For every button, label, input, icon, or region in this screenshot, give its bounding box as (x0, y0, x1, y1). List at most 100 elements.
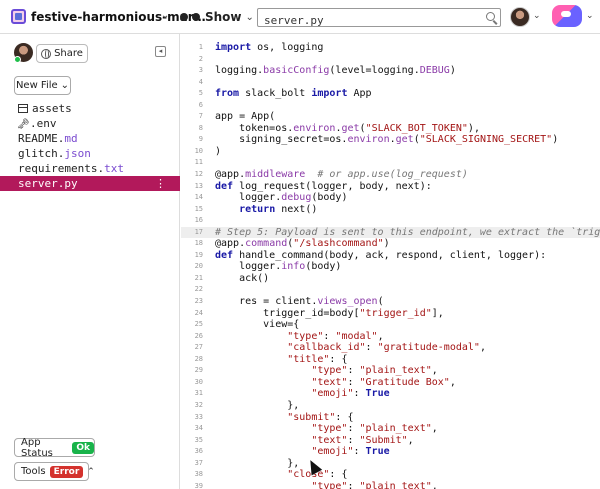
line-number: 13 (194, 181, 203, 190)
line-number: 36 (194, 447, 203, 456)
code-text: "type": "plain_text", (311, 480, 438, 489)
file-name: README. (18, 132, 65, 145)
code-line[interactable]: 20 logger.info(body) (181, 261, 600, 273)
code-line[interactable]: 14 logger.debug(body) (181, 192, 600, 204)
code-line[interactable]: 15 return next() (181, 204, 600, 216)
code-text: token=os.environ.get("SLACK_BOT_TOKEN"), (215, 122, 480, 134)
code-line[interactable]: 31 "emoji": True (181, 388, 600, 400)
code-line[interactable]: 12 @app.middleware # or app.use(log_reque… (181, 169, 600, 181)
line-number: 18 (194, 239, 203, 248)
file-item-assets[interactable]: assets (0, 101, 180, 116)
code-line[interactable]: 13 def log_request(logger, body, next): (181, 181, 600, 193)
code-line[interactable]: 1 import os, logging (181, 42, 600, 54)
line-number: 3 (198, 66, 203, 75)
code-editor[interactable]: 1 import os, logging 2 3 logging.basicConfig… (181, 34, 600, 489)
user-avatar[interactable] (510, 7, 530, 27)
file-name: requirements. (18, 162, 105, 175)
online-status-dot (14, 56, 21, 63)
file-item-requirements[interactable]: requirements.txt (0, 161, 180, 176)
code-text: from slack_bolt import App (215, 88, 372, 100)
kebab-menu-icon[interactable]: ⋮ (155, 176, 166, 191)
code-line[interactable]: 11 (181, 157, 600, 169)
code-line[interactable]: 19 def handle_command(body, ack, respond,… (181, 250, 600, 262)
share-button[interactable]: Share (36, 44, 88, 63)
code-line[interactable]: 27 "callback_id": "gratitude-modal", (181, 342, 600, 354)
code-line[interactable]: 39 "type": "plain_text", (181, 481, 600, 489)
code-line[interactable]: 7 app = App( (181, 111, 600, 123)
code-line[interactable]: 22 (181, 284, 600, 296)
code-text: "type": "plain_text", (311, 423, 438, 435)
code-line[interactable]: 9 signing_secret=os.environ.get("SLACK_S… (181, 134, 600, 146)
code-text: def handle_command(body, ack, respond, c… (215, 249, 547, 261)
code-line[interactable]: 24 trigger_id=body["trigger_id"], (181, 308, 600, 320)
file-search (257, 8, 501, 29)
code-text: logging.basicConfig(level=logging.DEBUG) (215, 65, 456, 77)
code-line[interactable]: 17 # Step 5: Payload is sent to this endp… (181, 226, 600, 239)
project-icon[interactable] (11, 9, 26, 24)
code-text: import os, logging (215, 42, 324, 53)
code-lines: 1 import os, logging 2 3 logging.basicConfig… (181, 42, 600, 489)
code-text: # Step 5: Payload is sent to this endpoi… (215, 226, 600, 238)
code-line[interactable]: 21 ack() (181, 273, 600, 285)
code-text: return next() (239, 203, 318, 215)
new-file-button[interactable]: New File ⌄ (14, 76, 71, 95)
code-line[interactable]: 34 "type": "plain_text", (181, 423, 600, 435)
code-line[interactable]: 6 (181, 100, 600, 112)
code-text: "close": { (287, 469, 348, 481)
code-line[interactable]: 38 "close": { (181, 469, 600, 481)
code-line[interactable]: 36 "emoji": True (181, 446, 600, 458)
code-line[interactable]: 4 (181, 77, 600, 89)
glitch-logo-icon[interactable] (552, 5, 582, 27)
code-line[interactable]: 29 "type": "plain_text", (181, 365, 600, 377)
show-button[interactable]: Show ⌄ (179, 7, 254, 27)
code-line[interactable]: 26 "type": "modal", (181, 331, 600, 343)
line-number: 6 (198, 100, 203, 109)
line-number: 28 (194, 354, 203, 363)
code-line[interactable]: 18 @app.command("/slashcommand") (181, 238, 600, 250)
tools-button[interactable]: Tools Error ⌃ (14, 462, 95, 481)
code-line[interactable]: 35 "text": "Submit", (181, 435, 600, 447)
file-search-input[interactable] (258, 12, 468, 29)
code-line[interactable]: 10) (181, 146, 600, 158)
code-text: view={ (215, 319, 300, 331)
line-number: 31 (194, 389, 203, 398)
app-status-button[interactable]: App Status Ok (14, 436, 95, 459)
code-line[interactable]: 16 (181, 215, 600, 227)
collapse-sidebar-icon[interactable]: ◂ (155, 46, 166, 57)
code-line[interactable]: 8 token=os.environ.get("SLACK_BOT_TOKEN"… (181, 123, 600, 135)
env-key-icon: 🗝 (17, 119, 30, 130)
file-name: glitch. (18, 147, 65, 160)
folder-icon (18, 104, 28, 113)
file-item-env[interactable]: 🗝 .env (0, 116, 180, 131)
code-text: "text": "Submit", (311, 434, 414, 446)
chevron-down-icon[interactable]: ⌄ (533, 11, 541, 21)
app-status-label: App Status (21, 436, 53, 459)
line-number: 20 (194, 262, 203, 271)
code-text: }, (215, 399, 300, 411)
code-text: @app.middleware # or app.use(log_request… (215, 169, 468, 181)
code-line[interactable]: 32 }, (181, 400, 600, 412)
code-text: "emoji": True (311, 388, 390, 400)
line-number: 9 (198, 135, 203, 144)
line-number: 2 (198, 54, 203, 63)
code-line[interactable]: 5 from slack_bolt import App (181, 88, 600, 100)
line-number: 17 (194, 227, 203, 236)
code-line[interactable]: 2 (181, 54, 600, 66)
code-text: "type": "plain_text", (311, 365, 438, 377)
code-line[interactable]: 33 "submit": { (181, 412, 600, 424)
chevron-down-icon[interactable]: ⌄ (161, 10, 169, 21)
file-item-server-py[interactable]: server.py ⋮ (0, 176, 180, 191)
code-line[interactable]: 23 res = client.views_open( (181, 296, 600, 308)
file-extension: md (64, 132, 78, 145)
file-item-glitch-json[interactable]: glitch.json (0, 146, 180, 161)
code-line[interactable]: 25 view={ (181, 319, 600, 331)
file-item-readme[interactable]: README.md (0, 131, 180, 146)
file-list: assets 🗝 .env README.md glitch.json requ… (0, 101, 180, 191)
code-line[interactable]: 30 "text": "Gratitude Box", (181, 377, 600, 389)
code-line[interactable]: 28 "title": { (181, 354, 600, 366)
code-text: @app.command("/slashcommand") (215, 238, 390, 250)
code-line[interactable]: 3 logging.basicConfig(level=logging.DEBUG… (181, 65, 600, 77)
chevron-down-icon[interactable]: ⌄ (586, 11, 594, 21)
search-icon[interactable] (486, 12, 495, 21)
code-line[interactable]: 37 }, (181, 458, 600, 470)
